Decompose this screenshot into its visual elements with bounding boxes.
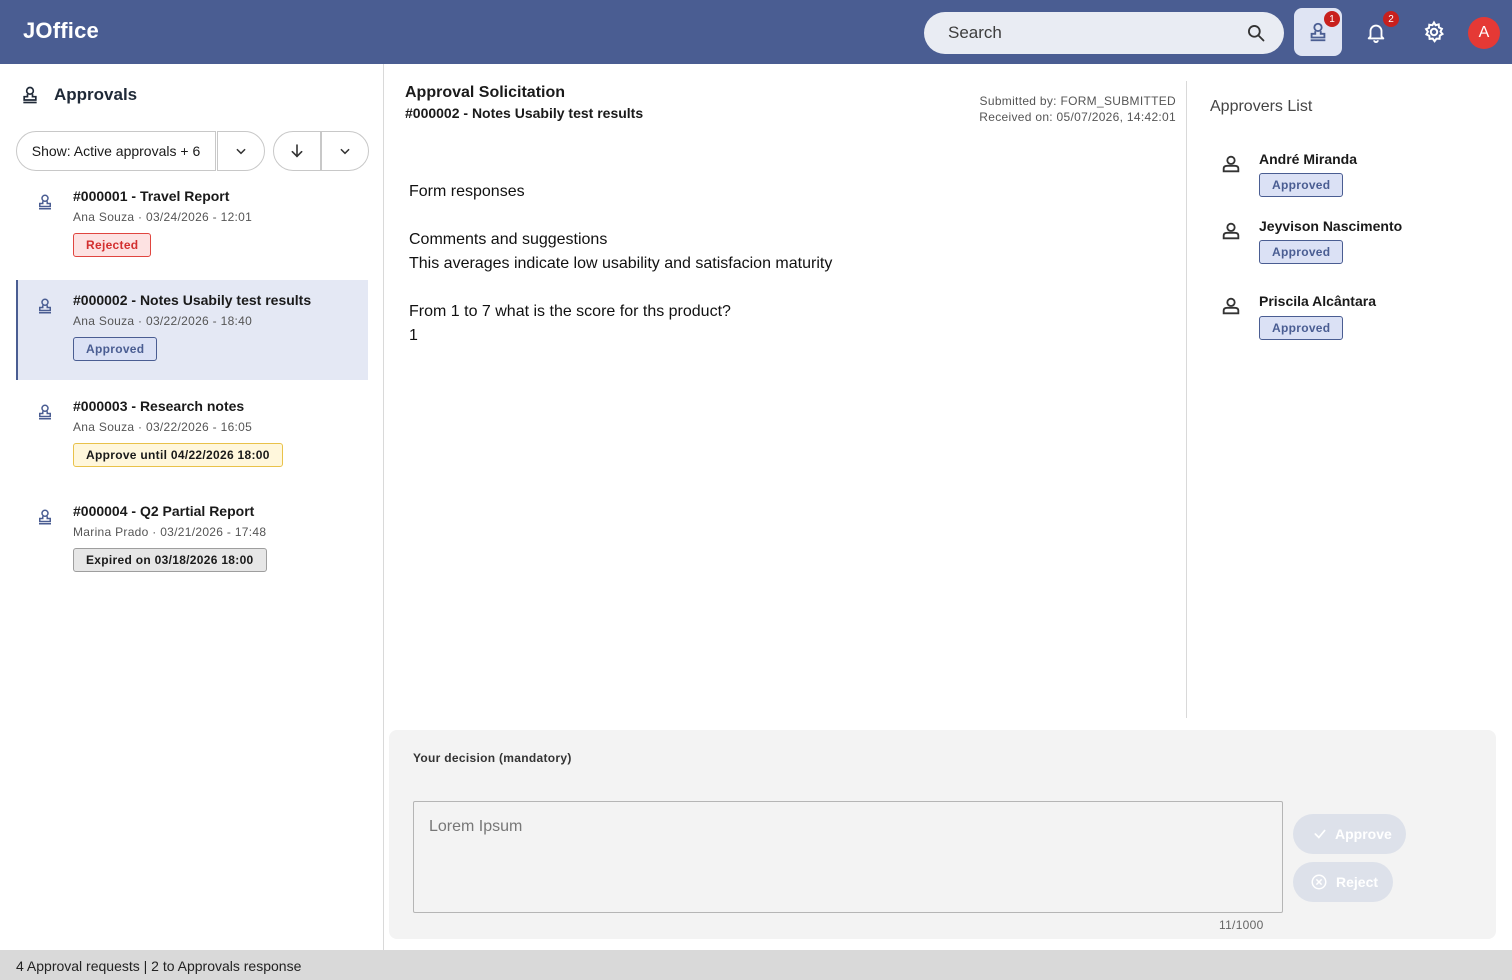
status-badge: Approved — [1259, 173, 1344, 197]
detail-subtitle: #000002 - Notes Usabily test results — [405, 105, 644, 121]
answer-text: 1 — [409, 327, 418, 344]
cancel-circle-icon — [1311, 874, 1327, 890]
reject-button[interactable]: Reject — [1293, 862, 1393, 902]
approval-list-item-selected[interactable]: #000002 - Notes Usabily test results Ana… — [16, 280, 368, 380]
sort-direction-button[interactable] — [273, 131, 321, 171]
notifications-button[interactable]: 2 — [1352, 8, 1400, 56]
approval-list-item[interactable]: #000001 - Travel Report Ana Souza · 03/2… — [16, 176, 368, 276]
filter-dropdown-button[interactable] — [217, 131, 265, 171]
status-badge: Rejected — [73, 233, 152, 257]
item-title: #000001 - Travel Report — [73, 188, 230, 204]
approval-stamp-icon — [39, 298, 51, 314]
approve-button[interactable]: Approve — [1293, 814, 1406, 854]
submitted-by: Submitted by: FORM_SUBMITTED — [979, 94, 1176, 108]
detail-title: Approval Solicitation — [405, 84, 566, 101]
person-icon — [1222, 222, 1240, 240]
approver-name: Jeyvison Nascimento — [1259, 218, 1403, 234]
top-bar: JOffice 1 2 A — [0, 0, 1512, 64]
search-box[interactable] — [924, 12, 1284, 54]
settings-button[interactable] — [1410, 8, 1458, 56]
approval-list-item[interactable]: #000004 - Q2 Partial Report Marina Prado… — [16, 491, 368, 591]
chevron-down-icon — [236, 148, 246, 155]
approver-name: Priscila Alcântara — [1259, 293, 1376, 309]
arrow-down-icon — [291, 144, 303, 158]
item-meta: Ana Souza · 03/22/2026 - 18:40 — [73, 314, 253, 328]
approval-stamp-icon — [39, 194, 51, 210]
status-bar: 4 Approval requests | 2 to Approvals res… — [0, 950, 1512, 980]
decision-panel: Your decision (mandatory) 11/1000 Approv… — [389, 730, 1496, 939]
divider — [1186, 81, 1187, 718]
status-badge: Approved — [73, 337, 158, 361]
chevron-down-icon — [340, 148, 350, 155]
approver-name: André Miranda — [1259, 151, 1358, 167]
item-meta: Ana Souza · 03/22/2026 - 16:05 — [73, 420, 253, 434]
question-label: From 1 to 7 what is the score for ths pr… — [409, 303, 731, 320]
item-meta: Ana Souza · 03/24/2026 - 12:01 — [73, 210, 253, 224]
filter-select[interactable]: Show: Active approvals + 6 — [16, 131, 216, 171]
question-label: Comments and suggestions — [409, 231, 608, 248]
item-meta: Marina Prado · 03/21/2026 - 17:48 — [73, 525, 267, 539]
sidebar-header: Approvals — [20, 84, 137, 106]
person-icon — [1222, 297, 1240, 315]
decision-textarea[interactable] — [413, 801, 1283, 913]
person-icon — [1222, 155, 1240, 173]
notifications-badge: 2 — [1383, 11, 1399, 27]
user-avatar[interactable]: A — [1468, 17, 1500, 49]
item-title: #000004 - Q2 Partial Report — [73, 503, 255, 519]
approval-stamp-icon — [39, 404, 51, 420]
decision-label: Your decision (mandatory) — [413, 751, 572, 765]
item-title: #000003 - Research notes — [73, 398, 245, 414]
reject-label: Reject — [1336, 874, 1379, 890]
section-title: Form responses — [409, 183, 525, 200]
form-responses: Form responses Comments and suggestions … — [409, 180, 832, 348]
approval-list-item[interactable]: #000003 - Research notes Ana Souza · 03/… — [16, 386, 368, 486]
approval-stamp-icon — [39, 509, 51, 525]
approvers-title: Approvers List — [1210, 98, 1313, 115]
search-input[interactable] — [948, 12, 1238, 54]
sort-options-button[interactable] — [321, 131, 369, 171]
received-on: Received on: 05/07/2026, 14:42:01 — [979, 110, 1176, 124]
approvals-badge: 1 — [1324, 11, 1340, 27]
status-badge: Approved — [1259, 240, 1344, 264]
status-badge: Approved — [1259, 316, 1344, 340]
status-badge: Expired on 03/18/2026 18:00 — [73, 548, 267, 572]
check-icon — [1314, 829, 1326, 839]
approvals-sidebar: Approvals Show: Active approvals + 6 #00… — [0, 64, 384, 950]
item-title: #000002 - Notes Usabily test results — [73, 292, 312, 308]
approve-label: Approve — [1335, 826, 1392, 842]
bell-icon — [1367, 24, 1385, 43]
gear-icon — [1424, 20, 1445, 43]
character-counter: 11/1000 — [1219, 918, 1264, 932]
submission-meta: Submitted by: FORM_SUBMITTED Received on… — [979, 93, 1176, 125]
sidebar-title: Approvals — [54, 85, 138, 104]
status-badge: Approve until 04/22/2026 18:00 — [73, 443, 283, 467]
answer-text: This averages indicate low usability and… — [409, 255, 833, 272]
app-logo[interactable]: JOffice — [23, 18, 99, 44]
search-icon[interactable] — [1246, 23, 1266, 43]
approvals-button[interactable]: 1 — [1294, 8, 1342, 56]
approval-stamp-icon — [23, 86, 37, 104]
